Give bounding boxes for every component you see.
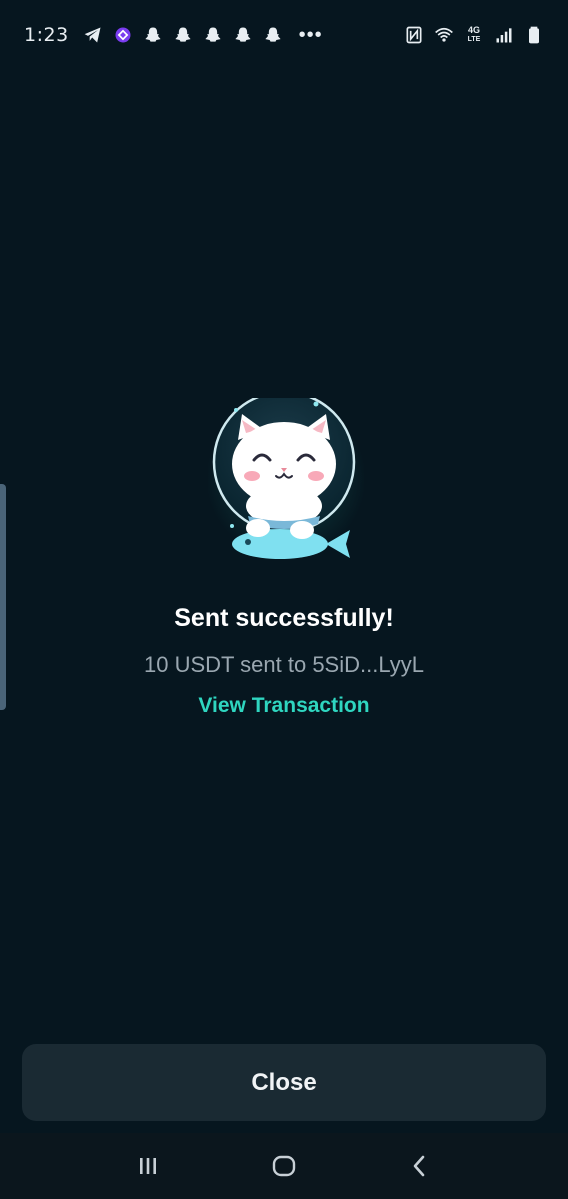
transfer-summary: 10 USDT sent to 5SiD...LyyL (143, 652, 425, 677)
recents-button[interactable] (128, 1146, 168, 1186)
snapchat-icon (203, 25, 223, 45)
network-sub: LTE (467, 36, 481, 43)
network-label: 4G (467, 25, 480, 35)
status-bar: 1:23 ••• 4G LTE (0, 0, 568, 70)
signal-icon (494, 25, 514, 45)
overflow-dots: ••• (298, 23, 323, 46)
cat-astronaut-illustration (206, 390, 366, 566)
app-icon (113, 25, 133, 45)
lte-icon: 4G LTE (464, 25, 484, 45)
snapchat-icon (263, 25, 283, 45)
success-title: Sent successfully! (174, 604, 394, 632)
view-transaction-link-row: View Transaction (0, 694, 568, 718)
back-button[interactable] (400, 1146, 440, 1186)
system-nav-bar (0, 1133, 568, 1199)
battery-icon (524, 25, 544, 45)
wifi-icon (434, 25, 454, 45)
snapchat-icon (233, 25, 253, 45)
back-icon (413, 1155, 425, 1177)
nfc-icon (404, 25, 424, 45)
status-left: 1:23 ••• (24, 24, 323, 47)
status-time: 1:23 (24, 24, 69, 46)
snapchat-icon (143, 25, 163, 45)
telegram-icon (83, 25, 103, 45)
home-icon (272, 1155, 296, 1177)
close-button[interactable]: Close (22, 1044, 546, 1121)
home-button[interactable] (264, 1146, 304, 1186)
snapchat-icon (173, 25, 193, 45)
recents-icon (140, 1158, 156, 1174)
status-right: 4G LTE (404, 25, 544, 45)
view-transaction-link[interactable]: View Transaction (198, 694, 369, 717)
